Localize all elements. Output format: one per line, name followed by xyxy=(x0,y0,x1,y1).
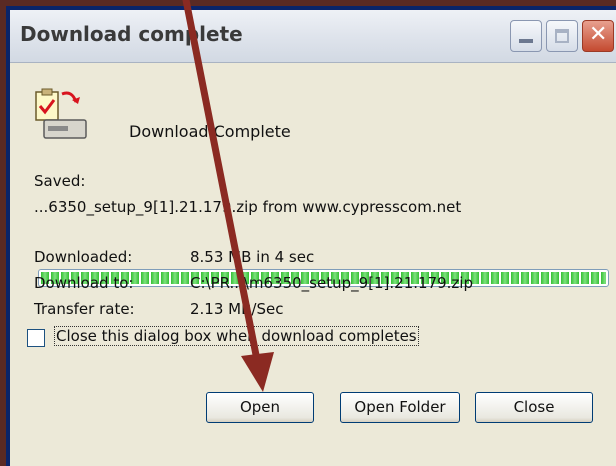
maximize-button[interactable] xyxy=(546,20,578,52)
download-to-value: C:\PR...\m6350_setup_9[1].21.179.zip xyxy=(190,274,473,292)
close-icon: ✕ xyxy=(589,22,608,47)
download-complete-message: Download Complete xyxy=(129,122,291,141)
close-button[interactable]: Close xyxy=(475,392,593,423)
downloaded-label: Downloaded: xyxy=(34,248,133,266)
window-title: Download complete xyxy=(20,22,243,46)
title-bar[interactable]: Download complete ✕ xyxy=(10,10,616,63)
saved-file-value: ...6350_setup_9[1].21.179.zip from www.c… xyxy=(34,198,462,216)
download-to-label: Download to: xyxy=(34,274,134,292)
close-when-complete-checkbox[interactable] xyxy=(27,329,45,347)
transfer-rate-value: 2.13 MB/Sec xyxy=(190,300,284,318)
minimize-button[interactable] xyxy=(510,20,542,52)
close-when-complete-label[interactable]: Close this dialog box when download comp… xyxy=(54,326,419,346)
download-complete-icon xyxy=(35,88,87,139)
saved-label: Saved: xyxy=(34,172,86,190)
close-window-button[interactable]: ✕ xyxy=(582,20,614,52)
open-folder-button[interactable]: Open Folder xyxy=(340,392,460,423)
maximize-icon xyxy=(555,29,569,43)
transfer-rate-label: Transfer rate: xyxy=(34,300,135,318)
open-button[interactable]: Open xyxy=(206,392,314,423)
minimize-icon xyxy=(519,39,533,43)
downloaded-value: 8.53 MB in 4 sec xyxy=(190,248,315,266)
